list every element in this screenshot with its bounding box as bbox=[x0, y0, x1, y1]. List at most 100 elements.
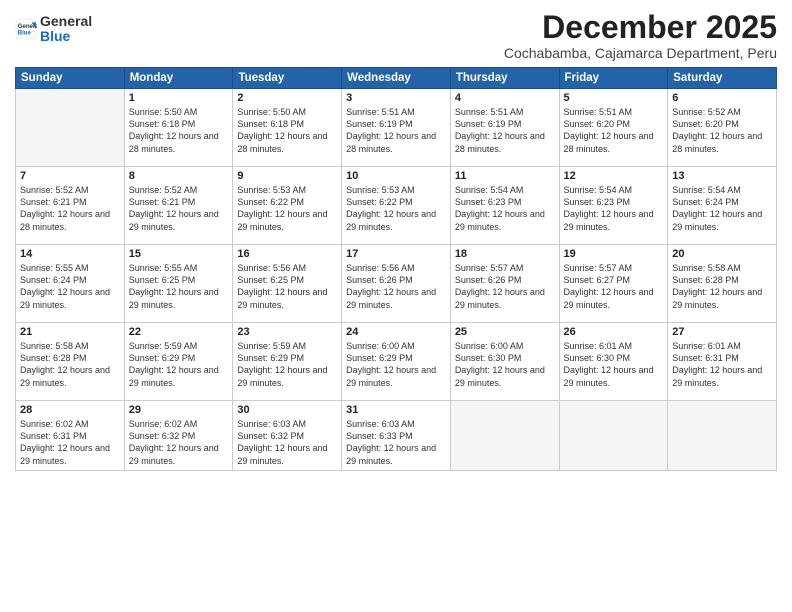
day-info: Sunrise: 5:58 AMSunset: 6:28 PMDaylight:… bbox=[672, 262, 772, 311]
day-cell-9: 9Sunrise: 5:53 AMSunset: 6:22 PMDaylight… bbox=[233, 167, 342, 245]
day-info: Sunrise: 5:52 AMSunset: 6:20 PMDaylight:… bbox=[672, 106, 772, 155]
page-header: General Blue General Blue December 2025 … bbox=[15, 10, 777, 61]
day-cell-4: 4 Sunrise: 5:51 AMSunset: 6:19 PMDaylight… bbox=[450, 89, 559, 167]
day-info: Sunrise: 5:56 AMSunset: 6:26 PMDaylight:… bbox=[346, 262, 446, 311]
col-tuesday: Tuesday bbox=[233, 68, 342, 89]
day-number: 26 bbox=[564, 326, 664, 338]
day-info: Sunrise: 6:02 AMSunset: 6:32 PMDaylight:… bbox=[129, 418, 229, 467]
day-info: Sunrise: 5:56 AMSunset: 6:25 PMDaylight:… bbox=[237, 262, 337, 311]
day-cell-27: 27Sunrise: 6:01 AMSunset: 6:31 PMDayligh… bbox=[668, 323, 777, 401]
day-cell-30: 30 Sunrise: 6:03 AMSunset: 6:32 PMDayligh… bbox=[233, 401, 342, 471]
day-number: 6 bbox=[672, 92, 772, 104]
day-number: 3 bbox=[346, 92, 446, 104]
day-cell-7: 7 Sunrise: 5:52 AMSunset: 6:21 PMDaylight… bbox=[16, 167, 125, 245]
day-info: Sunrise: 5:51 AMSunset: 6:19 PMDaylight:… bbox=[346, 106, 446, 155]
day-info: Sunrise: 5:52 AMSunset: 6:21 PMDaylight:… bbox=[129, 184, 229, 233]
day-cell-15: 15 Sunrise: 5:55 AMSunset: 6:25 PMDayligh… bbox=[124, 245, 233, 323]
day-cell-empty bbox=[16, 89, 125, 167]
day-number: 28 bbox=[20, 404, 120, 416]
day-info: Sunrise: 5:58 AMSunset: 6:28 PMDaylight:… bbox=[20, 340, 120, 389]
col-wednesday: Wednesday bbox=[342, 68, 451, 89]
day-info: Sunrise: 5:53 AMSunset: 6:22 PMDaylight:… bbox=[346, 184, 446, 233]
day-number: 21 bbox=[20, 326, 120, 338]
day-cell-8: 8 Sunrise: 5:52 AMSunset: 6:21 PMDaylight… bbox=[124, 167, 233, 245]
day-number: 29 bbox=[129, 404, 229, 416]
day-number: 30 bbox=[237, 404, 337, 416]
day-number: 18 bbox=[455, 248, 555, 260]
day-info: Sunrise: 5:54 AMSunset: 6:24 PMDaylight:… bbox=[672, 184, 772, 233]
day-cell-11: 11Sunrise: 5:54 AMSunset: 6:23 PMDayligh… bbox=[450, 167, 559, 245]
week-row-5: 28 Sunrise: 6:02 AMSunset: 6:31 PMDayligh… bbox=[16, 401, 777, 471]
day-number: 17 bbox=[346, 248, 446, 260]
day-cell-18: 18 Sunrise: 5:57 AMSunset: 6:26 PMDayligh… bbox=[450, 245, 559, 323]
day-number: 27 bbox=[672, 326, 772, 338]
day-info: Sunrise: 5:50 AMSunset: 6:18 PMDaylight:… bbox=[129, 106, 229, 155]
week-row-1: 1 Sunrise: 5:50 AMSunset: 6:18 PMDaylight… bbox=[16, 89, 777, 167]
day-number: 1 bbox=[129, 92, 229, 104]
day-cell-14: 14 Sunrise: 5:55 AMSunset: 6:24 PMDayligh… bbox=[16, 245, 125, 323]
day-cell-6: 6 Sunrise: 5:52 AMSunset: 6:20 PMDaylight… bbox=[668, 89, 777, 167]
calendar-table: Sunday Monday Tuesday Wednesday Thursday… bbox=[15, 67, 777, 471]
day-cell-3: 3 Sunrise: 5:51 AMSunset: 6:19 PMDaylight… bbox=[342, 89, 451, 167]
day-cell-21: 21 Sunrise: 5:58 AMSunset: 6:28 PMDayligh… bbox=[16, 323, 125, 401]
day-number: 8 bbox=[129, 170, 229, 182]
col-monday: Monday bbox=[124, 68, 233, 89]
month-title: December 2025 bbox=[504, 10, 777, 45]
day-cell-28: 28 Sunrise: 6:02 AMSunset: 6:31 PMDayligh… bbox=[16, 401, 125, 471]
day-cell-10: 10 Sunrise: 5:53 AMSunset: 6:22 PMDayligh… bbox=[342, 167, 451, 245]
day-info: Sunrise: 5:53 AMSunset: 6:22 PMDaylight:… bbox=[237, 184, 337, 233]
day-cell-empty bbox=[559, 401, 668, 471]
day-cell-13: 13 Sunrise: 5:54 AMSunset: 6:24 PMDayligh… bbox=[668, 167, 777, 245]
day-info: Sunrise: 6:03 AMSunset: 6:32 PMDaylight:… bbox=[237, 418, 337, 467]
day-number: 10 bbox=[346, 170, 446, 182]
day-number: 13 bbox=[672, 170, 772, 182]
day-cell-31: 31Sunrise: 6:03 AMSunset: 6:33 PMDayligh… bbox=[342, 401, 451, 471]
day-cell-25: 25 Sunrise: 6:00 AMSunset: 6:30 PMDayligh… bbox=[450, 323, 559, 401]
day-cell-12: 12 Sunrise: 5:54 AMSunset: 6:23 PMDayligh… bbox=[559, 167, 668, 245]
day-number: 23 bbox=[237, 326, 337, 338]
day-cell-2: 2Sunrise: 5:50 AMSunset: 6:18 PMDaylight… bbox=[233, 89, 342, 167]
calendar-page: General Blue General Blue December 2025 … bbox=[0, 0, 792, 612]
day-info: Sunrise: 5:57 AMSunset: 6:26 PMDaylight:… bbox=[455, 262, 555, 311]
day-number: 25 bbox=[455, 326, 555, 338]
title-block: December 2025 Cochabamba, Cajamarca Depa… bbox=[504, 10, 777, 61]
svg-text:Blue: Blue bbox=[18, 31, 32, 37]
week-row-4: 21 Sunrise: 5:58 AMSunset: 6:28 PMDayligh… bbox=[16, 323, 777, 401]
day-cell-22: 22 Sunrise: 5:59 AMSunset: 6:29 PMDayligh… bbox=[124, 323, 233, 401]
day-info: Sunrise: 5:57 AMSunset: 6:27 PMDaylight:… bbox=[564, 262, 664, 311]
day-info: Sunrise: 5:51 AMSunset: 6:20 PMDaylight:… bbox=[564, 106, 664, 155]
day-number: 4 bbox=[455, 92, 555, 104]
day-info: Sunrise: 5:54 AMSunset: 6:23 PMDaylight:… bbox=[564, 184, 664, 233]
day-number: 15 bbox=[129, 248, 229, 260]
week-row-3: 14 Sunrise: 5:55 AMSunset: 6:24 PMDayligh… bbox=[16, 245, 777, 323]
day-cell-5: 5 Sunrise: 5:51 AMSunset: 6:20 PMDaylight… bbox=[559, 89, 668, 167]
day-info: Sunrise: 5:55 AMSunset: 6:24 PMDaylight:… bbox=[20, 262, 120, 311]
day-cell-23: 23Sunrise: 5:59 AMSunset: 6:29 PMDayligh… bbox=[233, 323, 342, 401]
day-number: 7 bbox=[20, 170, 120, 182]
day-info: Sunrise: 6:00 AMSunset: 6:30 PMDaylight:… bbox=[455, 340, 555, 389]
day-info: Sunrise: 6:02 AMSunset: 6:31 PMDaylight:… bbox=[20, 418, 120, 467]
weekday-header-row: Sunday Monday Tuesday Wednesday Thursday… bbox=[16, 68, 777, 89]
day-number: 5 bbox=[564, 92, 664, 104]
day-cell-29: 29 Sunrise: 6:02 AMSunset: 6:32 PMDayligh… bbox=[124, 401, 233, 471]
col-friday: Friday bbox=[559, 68, 668, 89]
day-number: 16 bbox=[237, 248, 337, 260]
day-number: 12 bbox=[564, 170, 664, 182]
logo-icon: General Blue bbox=[15, 18, 37, 40]
day-cell-empty bbox=[668, 401, 777, 471]
day-info: Sunrise: 5:54 AMSunset: 6:23 PMDaylight:… bbox=[455, 184, 555, 233]
day-info: Sunrise: 5:52 AMSunset: 6:21 PMDaylight:… bbox=[20, 184, 120, 233]
day-info: Sunrise: 5:50 AMSunset: 6:18 PMDaylight:… bbox=[237, 106, 337, 155]
day-number: 31 bbox=[346, 404, 446, 416]
day-number: 19 bbox=[564, 248, 664, 260]
day-cell-17: 17 Sunrise: 5:56 AMSunset: 6:26 PMDayligh… bbox=[342, 245, 451, 323]
day-number: 14 bbox=[20, 248, 120, 260]
logo-general-text: General bbox=[40, 13, 92, 29]
logo: General Blue General Blue bbox=[15, 14, 92, 45]
day-info: Sunrise: 5:51 AMSunset: 6:19 PMDaylight:… bbox=[455, 106, 555, 155]
day-info: Sunrise: 5:59 AMSunset: 6:29 PMDaylight:… bbox=[129, 340, 229, 389]
day-number: 22 bbox=[129, 326, 229, 338]
day-info: Sunrise: 5:55 AMSunset: 6:25 PMDaylight:… bbox=[129, 262, 229, 311]
day-cell-1: 1 Sunrise: 5:50 AMSunset: 6:18 PMDaylight… bbox=[124, 89, 233, 167]
day-cell-26: 26Sunrise: 6:01 AMSunset: 6:30 PMDayligh… bbox=[559, 323, 668, 401]
